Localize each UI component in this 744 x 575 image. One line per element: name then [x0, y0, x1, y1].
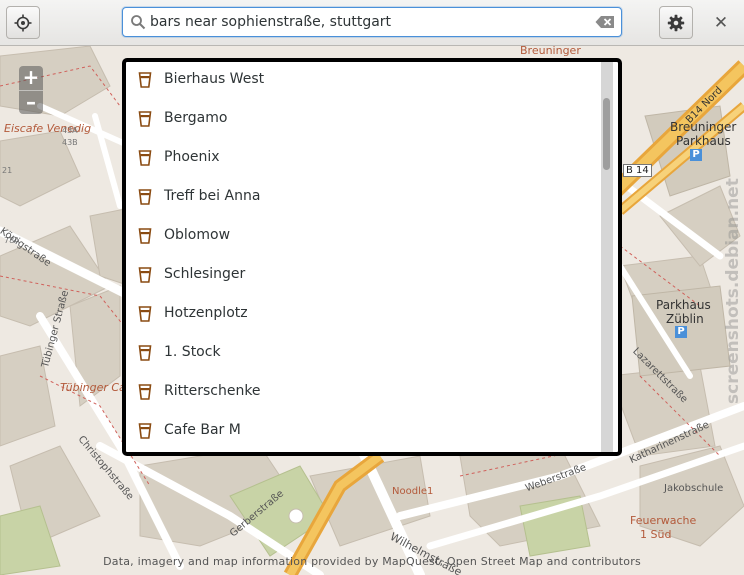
search-input[interactable] [150, 11, 590, 33]
map-label-feuerwache-sued: 1 Süd [640, 528, 672, 541]
watermark-text: screenshots.debian.net [723, 178, 743, 404]
map-label-parkhaus-zueblin: Parkhaus [656, 298, 711, 312]
results-scrollbar[interactable] [601, 62, 613, 452]
cup-icon [138, 189, 152, 205]
result-item[interactable]: Cafe Bar M [126, 413, 604, 452]
map-label-43b: 43B [62, 138, 78, 147]
map-label-breuninger-parkhaus: Breuninger [670, 120, 737, 134]
result-item[interactable]: Treff bei Anna [126, 179, 604, 218]
result-name: Oblomow [164, 227, 231, 243]
parking-icon: P [675, 326, 687, 338]
search-results-popover: Bierhaus West Bergamo Phoenix Treff bei Ann… [122, 58, 622, 456]
result-name: 1. Stock [164, 344, 221, 360]
result-item[interactable]: Schlesinger [126, 257, 604, 296]
scrollbar-thumb[interactable] [603, 98, 610, 170]
result-name: Bierhaus West [164, 71, 265, 87]
cup-icon [138, 345, 152, 361]
crosshair-icon [14, 14, 32, 31]
map-label-parkhaus: Parkhaus [676, 134, 731, 148]
map-label-noodle: Noodle1 [392, 486, 434, 497]
result-name: Treff bei Anna [164, 188, 261, 204]
map-label-breuninger-top: Breuninger [520, 46, 581, 57]
cup-icon [138, 384, 152, 400]
map-credits: Data, imagery and map information provid… [103, 555, 641, 568]
close-button[interactable]: ✕ [707, 9, 735, 37]
cup-icon [138, 111, 152, 127]
result-name: Hotzenplotz [164, 305, 248, 321]
result-item[interactable]: 1. Stock [126, 335, 604, 374]
result-item[interactable]: Ritterschenke [126, 374, 604, 413]
map-label-eiscafe: Eiscafe Venedig [4, 122, 92, 135]
cup-icon [138, 72, 152, 88]
close-icon: ✕ [713, 13, 729, 33]
cup-icon [138, 228, 152, 244]
search-icon [131, 15, 146, 30]
result-name: Ritterschenke [164, 383, 261, 399]
header-bar: ✕ [0, 0, 744, 46]
gear-icon [667, 14, 685, 31]
road-shield-b14: B 14 [623, 164, 652, 177]
locate-button[interactable] [6, 6, 40, 39]
search-field[interactable] [122, 7, 622, 37]
results-list: Bierhaus West Bergamo Phoenix Treff bei Ann… [126, 62, 604, 452]
result-item[interactable]: Phoenix [126, 140, 604, 179]
result-name: Phoenix [164, 149, 220, 165]
result-item[interactable]: Oblomow [126, 218, 604, 257]
cup-icon [138, 267, 152, 283]
watermark: screenshots.debian.net [723, 178, 743, 404]
map-label-feuerwache: Feuerwache [630, 514, 697, 527]
result-name: Cafe Bar M [164, 422, 241, 438]
zoom-out-button[interactable]: – [19, 90, 43, 115]
map-label-43a: 43A [62, 126, 78, 135]
result-name: Schlesinger [164, 266, 246, 282]
cup-icon [138, 306, 152, 322]
backspace-clear-icon[interactable] [595, 15, 615, 29]
map-label-zueblin: Züblin [666, 312, 704, 326]
result-name: Bergamo [164, 110, 228, 126]
result-item[interactable]: Bergamo [126, 101, 604, 140]
parking-icon: P [690, 149, 702, 161]
zoom-in-button[interactable]: + [19, 66, 43, 90]
zoom-control: + – [19, 66, 43, 114]
result-item[interactable]: Hotzenplotz [126, 296, 604, 335]
settings-button[interactable] [659, 6, 693, 39]
map-label-21: 21 [2, 166, 13, 175]
result-item[interactable]: Bierhaus West [126, 62, 604, 101]
cup-icon [138, 423, 152, 439]
map-label-jakobschule: Jakobschule [664, 483, 724, 494]
cup-icon [138, 150, 152, 166]
